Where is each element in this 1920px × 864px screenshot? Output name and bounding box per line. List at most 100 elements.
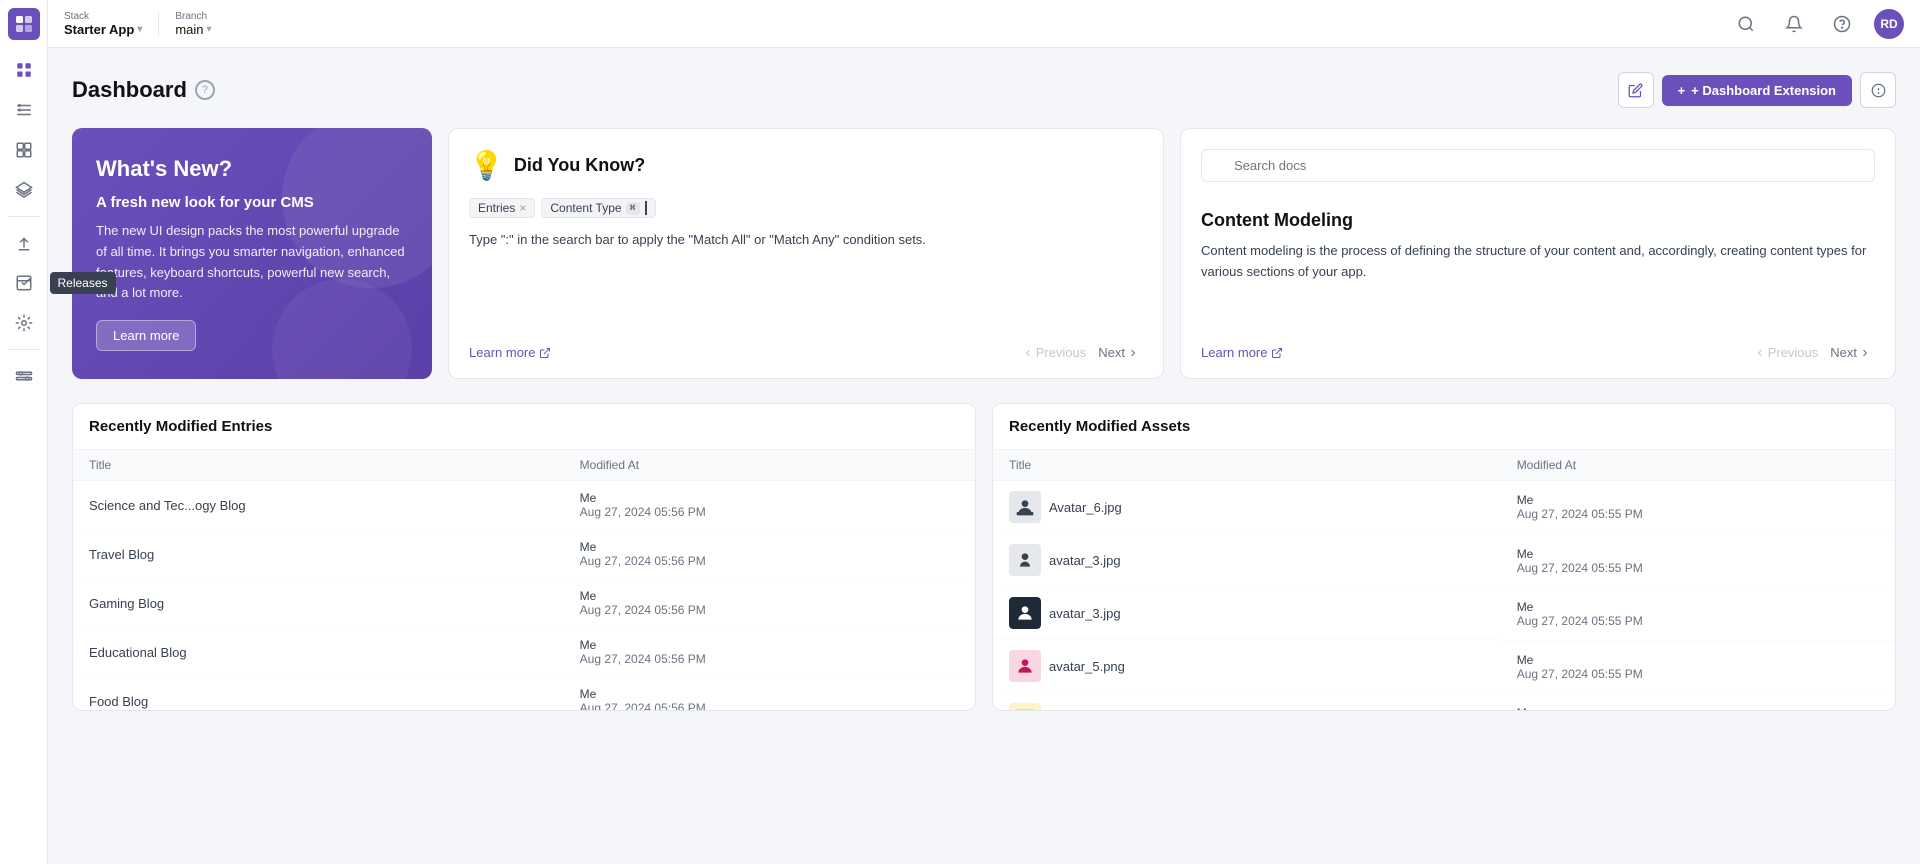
recently-modified-assets-card: Recently Modified Assets Title Modified … xyxy=(992,403,1896,711)
table-row[interactable]: avatar_3.jpg Me Aug 27, 2024 05:55 PM xyxy=(993,534,1895,587)
card-tags: Entries × Content Type ⌘ xyxy=(469,198,1143,218)
table-row[interactable]: 🖼️ travel_blog_banner.jpg Me Aug 27, 202… xyxy=(993,693,1895,710)
sidebar-logo[interactable] xyxy=(8,8,40,40)
notification-icon[interactable] xyxy=(1778,8,1810,40)
content-area: Dashboard ? + + Dashboard Extension xyxy=(48,48,1920,864)
sidebar-item-custom[interactable] xyxy=(6,305,42,341)
entry-title: Educational Blog xyxy=(73,628,564,677)
sidebar-divider xyxy=(8,216,40,217)
did-you-know-nav: Previous Next xyxy=(1018,343,1143,362)
whats-new-description: The new UI design packs the most powerfu… xyxy=(96,221,408,304)
content-modeling-description: Content modeling is the process of defin… xyxy=(1201,241,1875,283)
entry-title: Travel Blog xyxy=(73,530,564,579)
entry-title: Science and Tec...ogy Blog xyxy=(73,481,564,530)
entry-title: Gaming Blog xyxy=(73,579,564,628)
sidebar-item-home[interactable] xyxy=(6,52,42,88)
assets-table-scroll[interactable]: Title Modified At Avatar_6.jpg Me Aug xyxy=(993,450,1895,710)
sidebar-item-layers[interactable] xyxy=(6,172,42,208)
content-modeling-title: Content Modeling xyxy=(1201,210,1875,231)
table-row[interactable]: Travel Blog Me Aug 27, 2024 05:56 PM xyxy=(73,530,975,579)
did-you-know-footer: Learn more Previous Next xyxy=(469,343,1143,362)
cursor xyxy=(645,201,647,215)
asset-thumbnail xyxy=(1009,650,1041,682)
stack-value[interactable]: Starter App ▾ xyxy=(64,22,142,37)
entry-title: Food Blog xyxy=(73,677,564,711)
assets-col-title: Title xyxy=(993,450,1501,481)
whats-new-card: What's New? A fresh new look for your CM… xyxy=(72,128,432,379)
content-type-tag[interactable]: Content Type ⌘ xyxy=(541,198,655,218)
help-icon[interactable] xyxy=(1826,8,1858,40)
topbar-branch: Branch main ▾ xyxy=(175,11,211,37)
table-row[interactable]: Science and Tec...ogy Blog Me Aug 27, 20… xyxy=(73,481,975,530)
table-row[interactable]: avatar_5.png Me Aug 27, 2024 05:55 PM xyxy=(993,640,1895,693)
lightbulb-icon: 💡 xyxy=(469,149,504,182)
info-button[interactable] xyxy=(1860,72,1896,108)
page-title: Dashboard xyxy=(72,77,187,103)
table-row[interactable]: avatar_3.jpg Me Aug 27, 2024 05:55 PM xyxy=(993,587,1895,640)
main-content: Stack Starter App ▾ Branch main ▾ RD xyxy=(48,0,1920,864)
entries-table-header: Recently Modified Entries xyxy=(73,404,975,450)
cards-row: What's New? A fresh new look for your CM… xyxy=(72,128,1896,379)
topbar-divider xyxy=(158,12,159,36)
content-modeling-next-button[interactable]: Next xyxy=(1826,343,1875,362)
content-modeling-learn-more-link[interactable]: Learn more xyxy=(1201,345,1283,360)
asset-title: avatar_3.jpg xyxy=(993,534,1501,587)
recently-modified-entries-card: Recently Modified Entries Title Modified… xyxy=(72,403,976,711)
assets-col-modified: Modified At xyxy=(1501,450,1895,481)
assets-table: Title Modified At Avatar_6.jpg Me Aug xyxy=(993,450,1895,710)
sidebar: Releases xyxy=(0,0,48,864)
entries-table-scroll[interactable]: Title Modified At Science and Tec...ogy … xyxy=(73,450,975,710)
did-you-know-card: 💡 Did You Know? Entries × Content Type ⌘… xyxy=(448,128,1164,379)
whats-new-title: What's New? xyxy=(96,156,408,182)
table-row[interactable]: Food Blog Me Aug 27, 2024 05:56 PM xyxy=(73,677,975,711)
table-row[interactable]: Educational Blog Me Aug 27, 2024 05:56 P… xyxy=(73,628,975,677)
asset-thumbnail: 🖼️ xyxy=(1009,703,1041,710)
dashboard-help-icon[interactable]: ? xyxy=(195,80,215,100)
user-avatar[interactable]: RD xyxy=(1874,9,1904,39)
table-row[interactable]: Avatar_6.jpg Me Aug 27, 2024 05:55 PM xyxy=(993,481,1895,535)
asset-title: 🖼️ travel_blog_banner.jpg xyxy=(993,693,1501,710)
sidebar-item-modules[interactable] xyxy=(6,132,42,168)
asset-title: avatar_3.jpg xyxy=(993,587,1501,640)
sidebar-item-content[interactable] xyxy=(6,92,42,128)
content-modeling-card: Content Modeling Content modeling is the… xyxy=(1180,128,1896,379)
dashboard-header: Dashboard ? + + Dashboard Extension xyxy=(72,72,1896,108)
tables-row: Recently Modified Entries Title Modified… xyxy=(72,403,1896,711)
whats-new-learn-more-button[interactable]: Learn more xyxy=(96,320,196,351)
entries-tag-remove[interactable]: × xyxy=(519,201,526,215)
sidebar-divider-2 xyxy=(8,349,40,350)
entries-col-modified: Modified At xyxy=(564,450,975,481)
assets-table-header: Recently Modified Assets xyxy=(993,404,1895,450)
branch-value[interactable]: main ▾ xyxy=(175,22,211,37)
did-you-know-previous-button[interactable]: Previous xyxy=(1018,343,1091,362)
stack-label: Stack xyxy=(64,11,142,22)
table-row[interactable]: Gaming Blog Me Aug 27, 2024 05:56 PM xyxy=(73,579,975,628)
sidebar-item-publish[interactable] xyxy=(6,225,42,261)
did-you-know-description: Type ":" in the search bar to apply the … xyxy=(469,230,1143,251)
sidebar-item-settings[interactable] xyxy=(6,358,42,394)
did-you-know-next-button[interactable]: Next xyxy=(1094,343,1143,362)
branch-chevron-icon: ▾ xyxy=(207,24,212,35)
entries-col-title: Title xyxy=(73,450,564,481)
releases-tooltip: Releases xyxy=(50,272,116,294)
search-docs-wrapper xyxy=(1201,149,1875,196)
search-icon[interactable] xyxy=(1730,8,1762,40)
dashboard-actions: + + Dashboard Extension xyxy=(1618,72,1896,108)
dashboard-extension-button[interactable]: + + Dashboard Extension xyxy=(1662,75,1852,106)
search-docs-input[interactable] xyxy=(1201,149,1875,182)
content-modeling-previous-button[interactable]: Previous xyxy=(1750,343,1823,362)
content-modeling-nav: Previous Next xyxy=(1750,343,1875,362)
content-modeling-footer: Learn more Previous Next xyxy=(1201,343,1875,362)
entries-tag[interactable]: Entries × xyxy=(469,198,535,218)
sidebar-item-releases[interactable]: Releases xyxy=(6,265,42,301)
edit-button[interactable] xyxy=(1618,72,1654,108)
asset-thumbnail xyxy=(1009,544,1041,576)
whats-new-subtitle: A fresh new look for your CMS xyxy=(96,194,408,211)
asset-thumbnail xyxy=(1009,491,1041,523)
asset-title: avatar_5.png xyxy=(993,640,1501,693)
did-you-know-header: 💡 Did You Know? xyxy=(469,149,1143,182)
topbar: Stack Starter App ▾ Branch main ▾ RD xyxy=(48,0,1920,48)
asset-title: Avatar_6.jpg xyxy=(993,481,1501,534)
did-you-know-title: Did You Know? xyxy=(514,155,645,176)
did-you-know-learn-more-link[interactable]: Learn more xyxy=(469,345,551,360)
